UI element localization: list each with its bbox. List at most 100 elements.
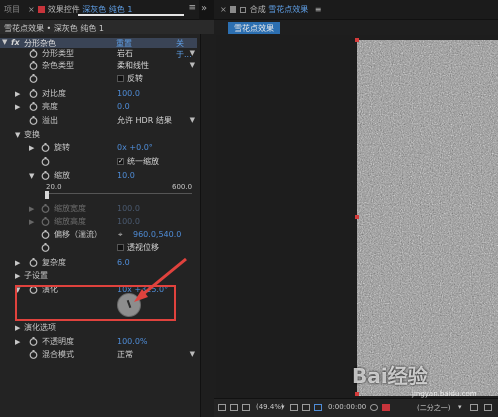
brightness-value[interactable]: 0.0: [117, 102, 130, 112]
stopwatch-icon[interactable]: [29, 350, 38, 359]
effect-name: 分形杂色: [24, 39, 56, 48]
stopwatch-icon[interactable]: [41, 243, 50, 252]
blend-mode-dropdown[interactable]: 正常 ▼: [117, 350, 197, 359]
overflow-dropdown[interactable]: 允许 HDR 结果 ▼: [117, 116, 197, 125]
prop-row-evolution-options[interactable]: ▶ 演化选项: [0, 323, 200, 333]
color-swatch-icon[interactable]: [382, 404, 390, 411]
expand-triangle-icon[interactable]: ▶: [29, 217, 34, 227]
timecode[interactable]: 0:00:00:00: [328, 403, 366, 411]
preview-icon[interactable]: [218, 404, 226, 411]
prop-row-fractal-type: 分形类型 岩石 ▼: [0, 49, 200, 59]
collapse-triangle-icon[interactable]: ▼: [15, 130, 20, 140]
breadcrumb-comp: 雪花点效果: [4, 24, 44, 33]
zoom-level[interactable]: (49.4%): [256, 403, 284, 411]
panel-menu-icon[interactable]: ≡: [188, 3, 196, 13]
stopwatch-icon[interactable]: [29, 74, 38, 83]
tab-effects-layer: 深灰色 纯色 1: [82, 5, 133, 14]
prop-label: 复杂度: [42, 258, 66, 267]
opacity-value[interactable]: 100.0%: [117, 337, 148, 347]
stopwatch-icon[interactable]: [29, 116, 38, 125]
stopwatch-icon[interactable]: [29, 337, 38, 346]
offset-value[interactable]: 960.0,540.0: [133, 230, 181, 240]
stopwatch-icon[interactable]: [29, 61, 38, 70]
transparency-grid-icon[interactable]: [314, 404, 322, 411]
close-icon[interactable]: ×: [220, 5, 227, 14]
dropdown-value: 正常: [117, 350, 133, 359]
scale-slider-track[interactable]: [46, 193, 192, 194]
region-of-interest-icon[interactable]: [470, 404, 478, 411]
tab-comp-name: 雪花点效果: [268, 5, 309, 14]
stopwatch-icon[interactable]: [41, 204, 50, 213]
expand-triangle-icon[interactable]: ▶: [15, 337, 20, 347]
fractal-type-dropdown[interactable]: 岩石 ▼: [117, 49, 197, 58]
stopwatch-icon[interactable]: [29, 89, 38, 98]
grid-icon[interactable]: [290, 404, 298, 411]
chevron-down-icon[interactable]: ▾: [458, 403, 462, 411]
stopwatch-icon[interactable]: [29, 49, 38, 58]
expand-triangle-icon[interactable]: ▶: [29, 204, 34, 214]
fast-preview-icon[interactable]: [484, 404, 492, 411]
perspective-offset-checkbox[interactable]: [117, 244, 124, 251]
uniform-scale-checkbox[interactable]: ✓: [117, 157, 124, 165]
layer-handle-bottom-left[interactable]: [355, 392, 359, 396]
prop-row-blend-mode: 混合模式 正常 ▼: [0, 350, 200, 360]
watermark-url: jingyan.baidu.com: [412, 390, 477, 398]
expand-triangle-icon[interactable]: ▶: [15, 258, 20, 268]
scale-slider-thumb[interactable]: [45, 191, 49, 199]
tab-effect-controls[interactable]: × 效果控件 深灰色 纯色 1: [28, 2, 184, 16]
reset-link[interactable]: 重置: [116, 38, 132, 49]
panel-menu-icon[interactable]: ≡: [315, 5, 322, 14]
channel-icon[interactable]: [242, 404, 250, 411]
collapse-triangle-icon[interactable]: ▼: [2, 38, 7, 46]
stopwatch-icon[interactable]: [29, 102, 38, 111]
effect-header-row[interactable]: ▼ fx 分形杂色 重置 关于...: [0, 38, 197, 59]
left-panel-scrollbar[interactable]: [200, 34, 214, 417]
layer-handle-mid-left[interactable]: [355, 215, 359, 219]
expand-triangle-icon[interactable]: ▶: [15, 323, 20, 333]
chevron-down-icon: ▼: [189, 61, 195, 69]
expand-triangle-icon[interactable]: ▶: [15, 89, 20, 99]
chevron-down-icon: ▼: [189, 49, 195, 57]
prop-row-uniform-scale: ✓ 统一缩放: [0, 157, 200, 167]
prop-row-transform[interactable]: ▼ 变换: [0, 130, 200, 140]
mask-icon[interactable]: [302, 404, 310, 411]
layer-handle-top-left[interactable]: [355, 38, 359, 42]
stopwatch-icon[interactable]: [41, 230, 50, 239]
noise-preview-image: [357, 40, 498, 396]
tab-composition[interactable]: × 合成 雪花点效果 ≡: [220, 2, 322, 18]
rotation-value[interactable]: 0x +0.0°: [117, 143, 153, 153]
stopwatch-icon[interactable]: [29, 258, 38, 267]
snapshot-icon[interactable]: [230, 404, 238, 411]
expand-triangle-icon[interactable]: ▶: [15, 102, 20, 112]
annotation-arrow-icon: [134, 257, 187, 302]
comp-subtab[interactable]: 雪花点效果: [228, 22, 280, 34]
resolution[interactable]: (二分之一): [417, 403, 450, 413]
camera-icon[interactable]: [370, 404, 378, 411]
close-icon[interactable]: ×: [28, 5, 35, 14]
fx-toggle-icon[interactable]: fx: [11, 38, 20, 47]
stopwatch-icon[interactable]: [41, 143, 50, 152]
perspective-offset-label: 透视位移: [127, 243, 159, 252]
lock-icon[interactable]: [229, 6, 236, 13]
tab-project[interactable]: 项目: [4, 4, 20, 15]
stopwatch-icon[interactable]: [41, 157, 50, 166]
expand-triangle-icon[interactable]: ▶: [29, 143, 34, 153]
collapse-triangle-icon[interactable]: ▼: [29, 171, 34, 181]
panel-expand-icon[interactable]: »: [199, 0, 214, 20]
prop-label: 缩放宽度: [54, 204, 86, 213]
invert-checkbox[interactable]: [117, 75, 124, 82]
prop-label: 变换: [24, 130, 40, 139]
scale-value[interactable]: 10.0: [117, 171, 135, 181]
stopwatch-icon[interactable]: [41, 217, 50, 226]
stopwatch-icon[interactable]: [41, 171, 50, 180]
uniform-scale-label: 统一缩放: [127, 157, 159, 166]
crosshair-icon[interactable]: ⌖: [118, 230, 123, 240]
chevron-down-icon[interactable]: ▾: [281, 403, 285, 411]
contrast-value[interactable]: 100.0: [117, 89, 140, 99]
noise-type-dropdown[interactable]: 柔和线性 ▼: [117, 61, 197, 70]
tab-comp-prefix: 合成: [249, 5, 266, 14]
scale-slider-min: 20.0: [46, 183, 62, 191]
expand-triangle-icon[interactable]: ▶: [15, 271, 20, 281]
prop-label: 缩放高度: [54, 217, 86, 226]
prop-row-overflow: 溢出 允许 HDR 结果 ▼: [0, 116, 200, 126]
